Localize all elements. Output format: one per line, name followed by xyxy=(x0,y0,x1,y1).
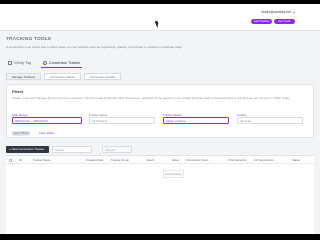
tab-conversion-tracker[interactable]: Conversion Tracker xyxy=(41,58,83,68)
column-header-conversion-count[interactable]: Conversion Count xyxy=(186,158,208,162)
column-header-conversions[interactable]: # Conversions xyxy=(228,158,246,162)
get-code-button[interactable]: Get Code xyxy=(274,19,295,24)
trackers-table: ID Tracker Name Creation Date Tracker Gr… xyxy=(6,155,314,234)
page-title: TRACKING TOOLS xyxy=(6,37,52,42)
app-screen: leads@parsley.net ▾ Add Tracker Get Code… xyxy=(0,4,320,234)
column-header-creation-date[interactable]: Creation Date xyxy=(86,158,103,162)
table-header: ID Tracker Name Creation Date Tracker Gr… xyxy=(6,156,314,164)
goals-select[interactable]: All Goals xyxy=(237,117,303,124)
column-header-all-conversions[interactable]: All Conversions xyxy=(254,158,273,162)
page-description: A conversion is an action that a visitor… xyxy=(6,45,183,49)
filters-panel: Filters Create, group and manage all you… xyxy=(6,84,314,138)
subtab-conversion-details[interactable]: Conversion Details xyxy=(84,73,122,80)
column-header-value[interactable]: Value xyxy=(172,158,179,162)
user-name[interactable]: leads@parsley.net xyxy=(261,10,291,14)
add-tracker-button[interactable]: Add Tracker xyxy=(251,19,272,24)
tracker-name-select[interactable]: All Trackers xyxy=(89,117,155,124)
clear-filters-link[interactable]: Clear Filters xyxy=(39,131,55,136)
table-empty-state: 0 Processing xyxy=(163,170,184,178)
column-header-tracker-name[interactable]: Tracker Name xyxy=(33,158,51,162)
tracker-status-select[interactable]: Active, Inactive xyxy=(163,117,229,124)
apply-filters-button[interactable]: Apply Filters xyxy=(12,131,30,136)
subtab-manage-trackers[interactable]: Manage Trackers xyxy=(6,73,42,80)
chevron-down-icon[interactable]: ▾ xyxy=(293,10,295,15)
sub-tabs: Manage Trackers Conversion Values Conver… xyxy=(6,73,122,80)
column-header-id[interactable]: ID xyxy=(19,158,22,162)
filters-title: Filters xyxy=(12,90,24,94)
cloud-icon xyxy=(43,60,48,65)
main-tabs: Infinity Tag Conversion Tracker xyxy=(6,58,83,68)
column-header-tracker-group[interactable]: Tracker Group xyxy=(111,158,129,162)
new-conversion-tracker-button[interactable]: + New Conversion Tracker xyxy=(6,146,49,153)
tab-label: Infinity Tag xyxy=(14,61,32,65)
tag-icon xyxy=(8,61,12,65)
export-button[interactable]: Export xyxy=(102,146,132,153)
tab-infinity-tag[interactable]: Infinity Tag xyxy=(6,58,33,68)
subtab-conversion-values[interactable]: Conversion Values xyxy=(44,73,82,80)
filters-hint: Create, group and manage all your conver… xyxy=(12,96,291,100)
select-all-checkbox[interactable] xyxy=(9,158,12,162)
tab-label: Conversion Tracker xyxy=(49,60,81,65)
column-header-status[interactable]: Status xyxy=(292,158,300,162)
search-input[interactable]: Search xyxy=(52,146,92,153)
column-header-event[interactable]: Event xyxy=(147,158,154,162)
date-range-input[interactable]: 2023-07-01 ~ 2023-09-01 xyxy=(12,117,82,124)
